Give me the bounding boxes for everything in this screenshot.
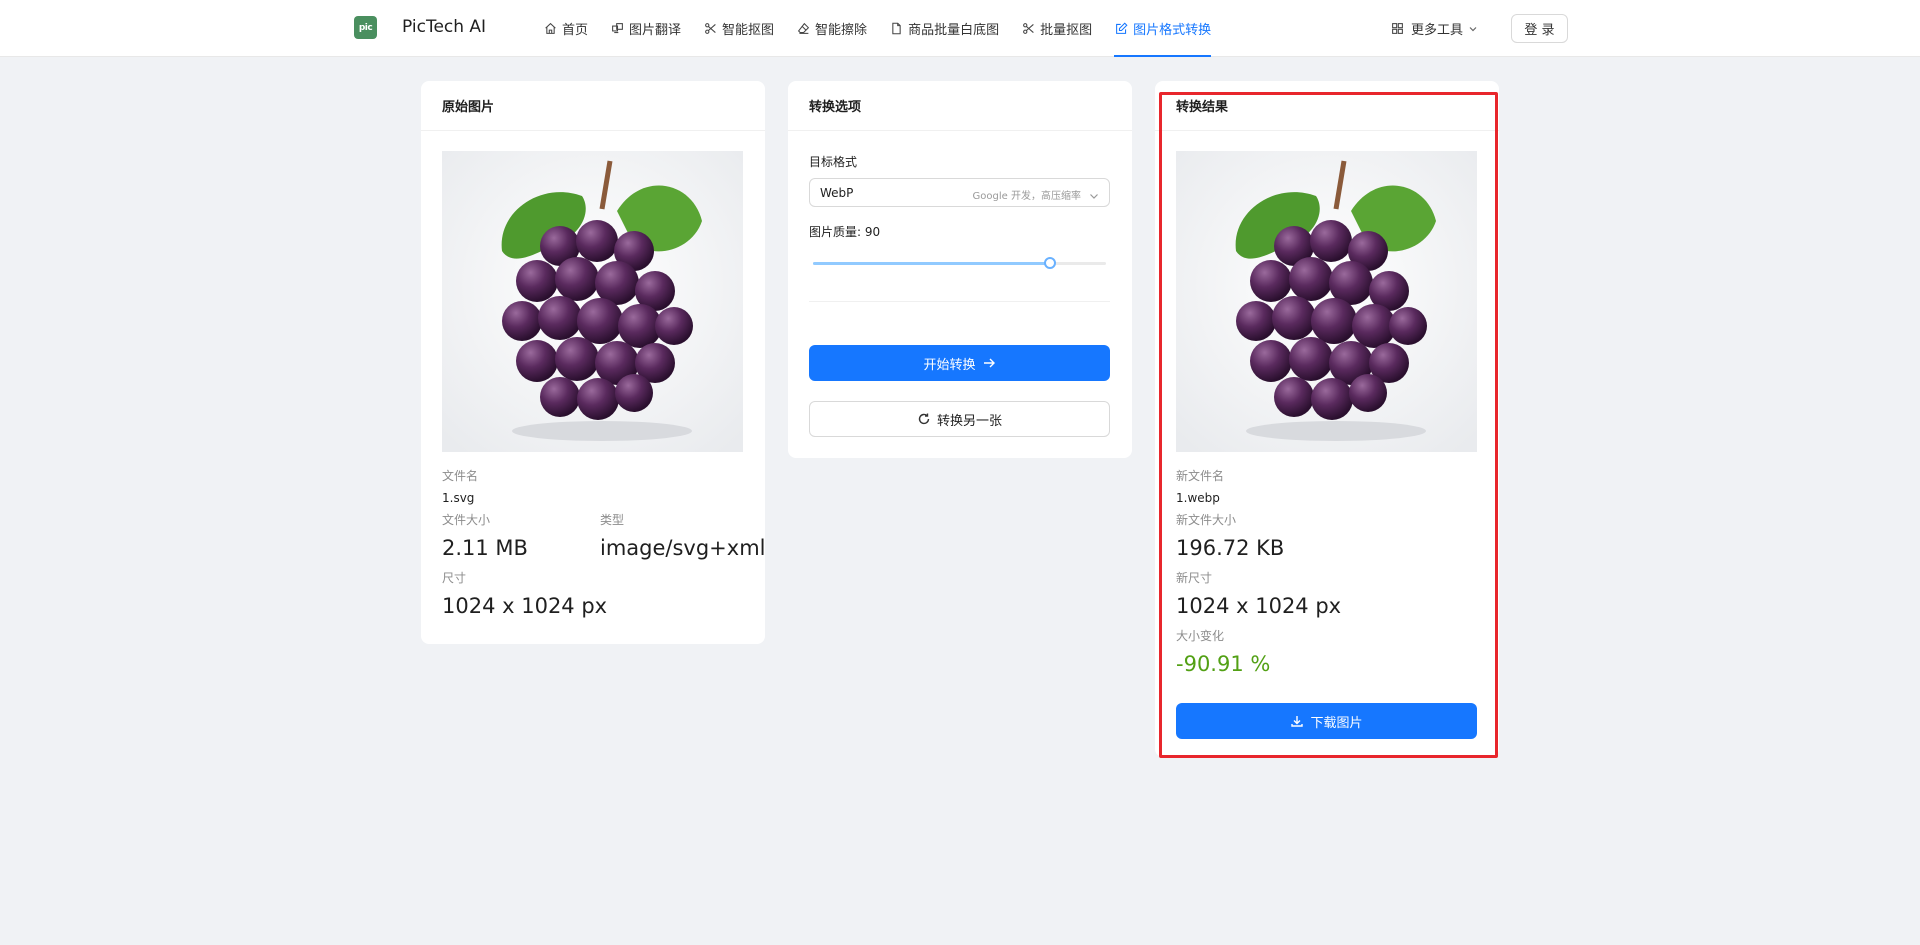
- original-image-card: 原始图片 文件名 1.svg 文件大小 2.11 MB 类型 image/svg…: [421, 81, 766, 644]
- translate-icon: [610, 22, 624, 36]
- file-icon: [889, 22, 903, 36]
- grid-icon: [1391, 22, 1405, 36]
- start-convert-button[interactable]: 开始转换: [809, 345, 1110, 381]
- select-value: WebP: [820, 186, 854, 200]
- new-filename-value: 1.webp: [1176, 491, 1220, 505]
- brand-name[interactable]: PicTech AI: [402, 17, 486, 37]
- quality-label: 图片质量: 90: [809, 225, 881, 239]
- chevron-down-icon: [1468, 24, 1478, 34]
- nav-label: 商品批量白底图: [908, 23, 1000, 38]
- new-filesize-value: 196.72 KB: [1176, 536, 1285, 560]
- select-description: Google 开发，高压缩率: [972, 191, 1081, 202]
- size-change-value: -90.91 %: [1176, 652, 1271, 676]
- download-image-button[interactable]: 下载图片: [1176, 703, 1477, 739]
- button-label: 转换另一张: [936, 413, 1002, 429]
- card-title: 转换结果: [1155, 81, 1499, 131]
- divider: [809, 301, 1110, 302]
- filename-label: 文件名: [442, 469, 479, 483]
- slider-track: [813, 262, 1050, 265]
- nav-label: 图片格式转换: [1133, 23, 1212, 38]
- nav-item-batch-cutout[interactable]: 批量抠图: [1010, 0, 1103, 57]
- scissors-icon: [1021, 22, 1035, 36]
- new-dimensions-label: 新尺寸: [1176, 571, 1213, 585]
- nav-label: 首页: [562, 23, 589, 38]
- nav-item-smart-erase[interactable]: 智能擦除: [785, 0, 878, 57]
- new-dimensions-value: 1024 x 1024 px: [1176, 594, 1342, 618]
- type-value: image/svg+xml: [600, 536, 766, 560]
- login-button[interactable]: 登 录: [1511, 14, 1568, 43]
- download-icon: [1290, 714, 1304, 728]
- nav-item-format-convert[interactable]: 图片格式转换: [1103, 0, 1222, 57]
- slider-handle[interactable]: [1044, 257, 1056, 269]
- size-change-label: 大小变化: [1176, 629, 1225, 643]
- card-title: 转换选项: [788, 81, 1132, 131]
- top-navbar: pic PicTech AI 首页 图片翻译 智能抠图 智能擦除 商品批量白底图…: [0, 0, 1920, 57]
- new-filename-label: 新文件名: [1176, 469, 1225, 483]
- nav-label: 批量抠图: [1040, 23, 1093, 38]
- nav-item-batch-white-bg[interactable]: 商品批量白底图: [878, 0, 1010, 57]
- more-tools-label: 更多工具: [1411, 23, 1464, 38]
- dimensions-value: 1024 x 1024 px: [442, 594, 608, 618]
- button-label: 开始转换: [923, 357, 976, 373]
- filename-value: 1.svg: [442, 491, 475, 505]
- dimensions-label: 尺寸: [442, 571, 467, 585]
- nav-label: 智能抠图: [722, 23, 775, 38]
- original-image-preview: [442, 151, 743, 452]
- button-label: 下载图片: [1310, 715, 1363, 731]
- type-label: 类型: [600, 513, 625, 527]
- logo[interactable]: pic: [354, 16, 377, 39]
- result-image-preview: [1176, 151, 1477, 452]
- grapes-image: [442, 151, 743, 452]
- nav-item-smart-cutout[interactable]: 智能抠图: [692, 0, 785, 57]
- edit-icon: [1114, 22, 1128, 36]
- target-format-label: 目标格式: [809, 155, 858, 169]
- target-format-select[interactable]: WebP Google 开发，高压缩率: [809, 178, 1110, 207]
- nav-label: 智能擦除: [815, 23, 868, 38]
- convert-another-button[interactable]: 转换另一张: [809, 401, 1110, 437]
- filesize-label: 文件大小: [442, 513, 491, 527]
- convert-result-card: 转换结果 新文件名 1.webp 新文件大小 196.72 KB 新尺寸 102…: [1155, 81, 1499, 757]
- more-tools-dropdown[interactable]: 更多工具: [1391, 0, 1478, 57]
- chevron-down-icon: [1088, 187, 1100, 199]
- home-icon: [543, 22, 557, 36]
- convert-options-card: 转换选项 目标格式 WebP Google 开发，高压缩率 图片质量: 90 开…: [788, 81, 1132, 458]
- card-title: 原始图片: [421, 81, 765, 131]
- eraser-icon: [796, 22, 810, 36]
- filesize-value: 2.11 MB: [442, 536, 528, 560]
- grapes-image: [1176, 151, 1477, 452]
- nav-label: 图片翻译: [629, 23, 682, 38]
- refresh-icon: [917, 412, 931, 426]
- scissors-icon: [703, 22, 717, 36]
- new-filesize-label: 新文件大小: [1176, 513, 1237, 527]
- arrow-right-icon: [982, 356, 996, 370]
- nav-item-image-translate[interactable]: 图片翻译: [599, 0, 692, 57]
- nav-item-home[interactable]: 首页: [532, 0, 599, 57]
- main-nav: 首页 图片翻译 智能抠图 智能擦除 商品批量白底图 批量抠图 图片格式转换: [532, 0, 1222, 57]
